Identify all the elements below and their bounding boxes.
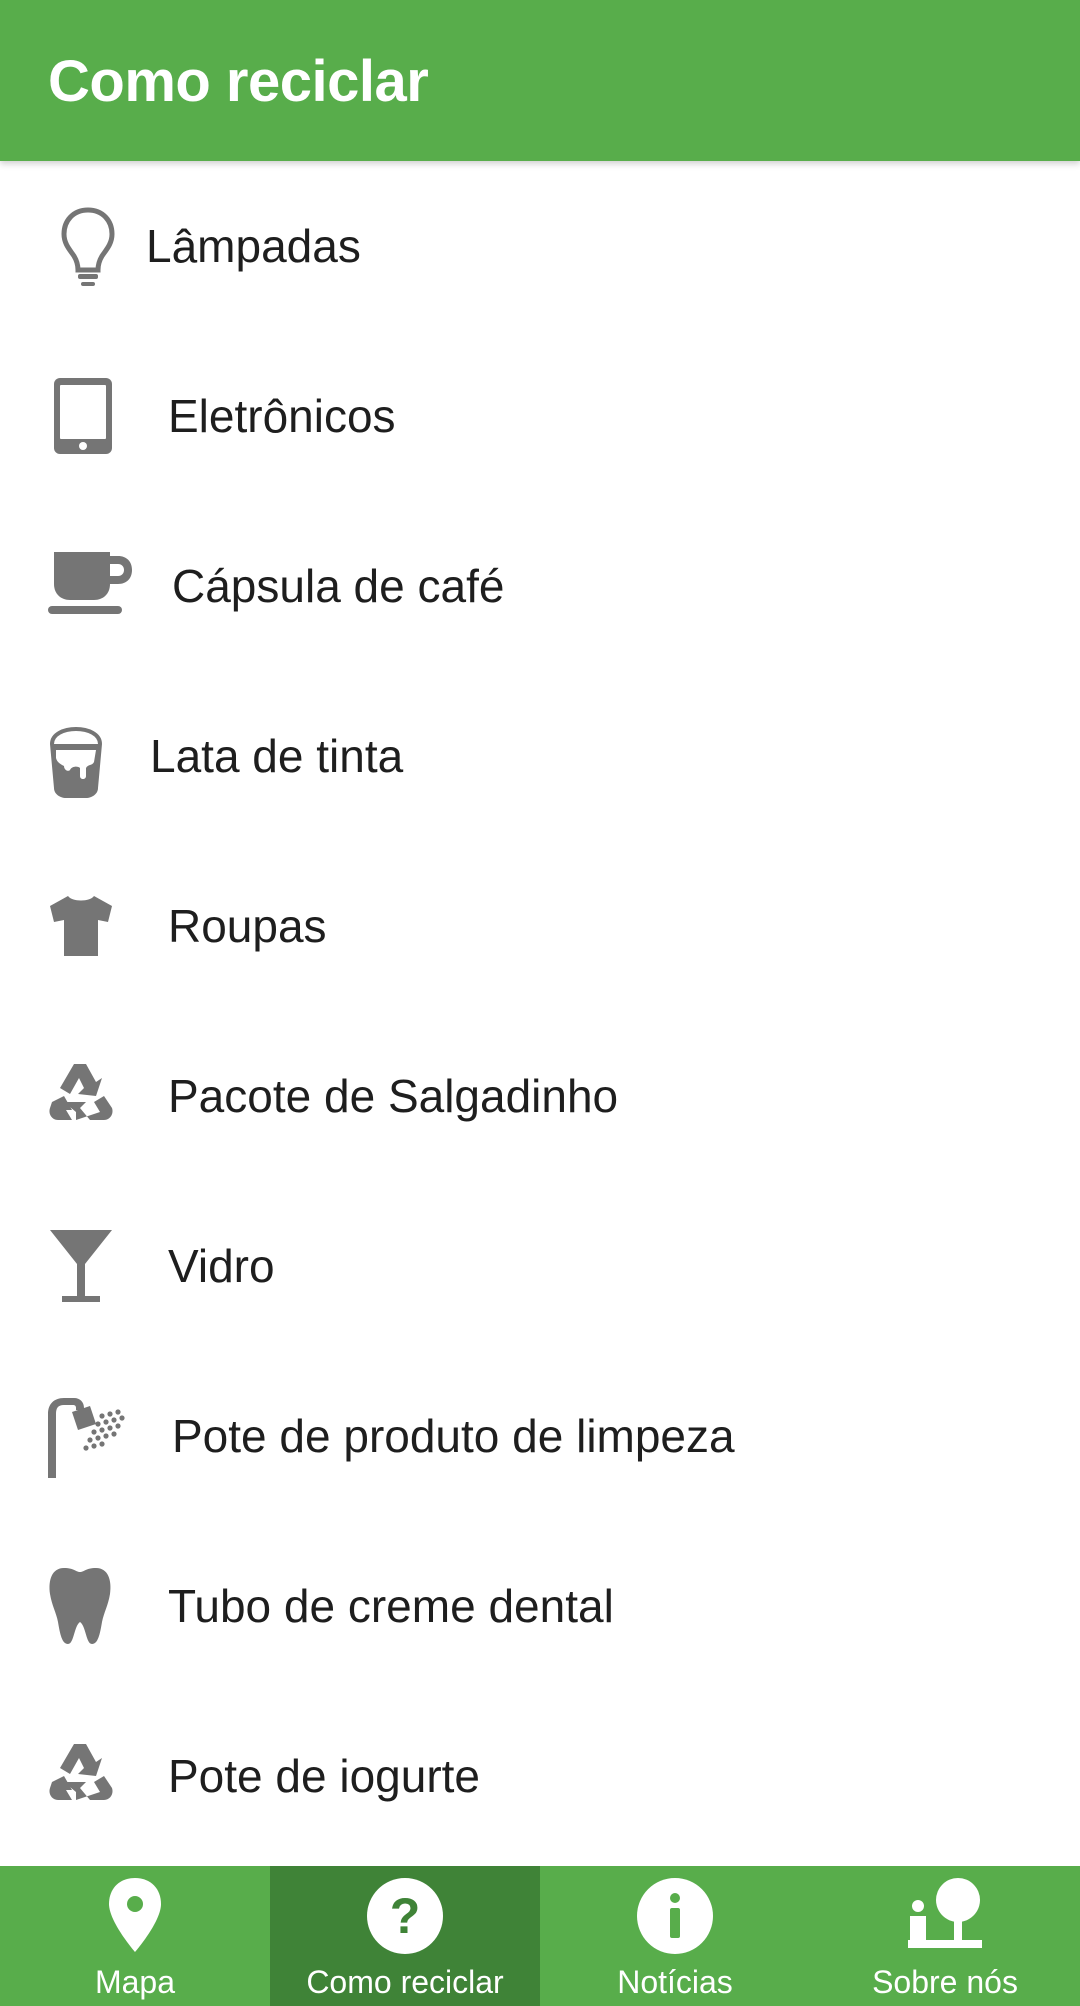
list-item-lata-de-tinta[interactable]: Lata de tinta — [0, 671, 1080, 841]
tooth-icon — [46, 1564, 114, 1648]
info-icon — [635, 1876, 715, 1956]
nav-label: Sobre nós — [872, 1964, 1018, 2000]
app-bar: Como reciclar — [0, 0, 1080, 161]
list-item-label: Tubo de creme dental — [168, 1580, 614, 1632]
list-item-pote-de-iogurte[interactable]: Pote de iogurte — [0, 1691, 1080, 1861]
bottom-navigation: Mapa ? Como reciclar Notícias Sobre nós — [0, 1866, 1080, 2006]
map-pin-icon — [95, 1876, 175, 1956]
cocktail-glass-icon — [46, 1224, 116, 1308]
nav-tab-sobre-nos[interactable]: Sobre nós — [810, 1866, 1080, 2006]
list-item-roupas[interactable]: Roupas — [0, 841, 1080, 1011]
list-item-label: Roupas — [168, 900, 327, 952]
shower-icon — [46, 1394, 128, 1478]
list-item-label: Pacote de Salgadinho — [168, 1070, 619, 1122]
list-item-label: Cápsula de café — [172, 560, 505, 612]
list-item-label: Pote de iogurte — [168, 1750, 481, 1802]
recycle-icon — [46, 1054, 120, 1138]
list-item-pote-de-produto-de-limpeza[interactable]: Pote de produto de limpeza — [0, 1351, 1080, 1521]
recycle-icon — [46, 1734, 120, 1818]
list-item-label: Vidro — [168, 1240, 275, 1292]
paint-bucket-icon — [46, 714, 106, 798]
svg-text:?: ? — [390, 1888, 421, 1944]
recycle-category-list: Lâmpadas Eletrônicos Cápsula de café Lat… — [0, 161, 1080, 1866]
list-item-capsula-de-cafe[interactable]: Cápsula de café — [0, 501, 1080, 671]
list-item-label: Eletrônicos — [168, 390, 396, 442]
nav-tab-noticias[interactable]: Notícias — [540, 1866, 810, 2006]
list-item-tubo-de-creme-dental[interactable]: Tubo de creme dental — [0, 1521, 1080, 1691]
nav-tab-como-reciclar[interactable]: ? Como reciclar — [270, 1866, 540, 2006]
question-icon: ? — [365, 1876, 445, 1956]
list-item-label: Lâmpadas — [146, 220, 361, 272]
tshirt-icon — [46, 884, 116, 968]
list-item-pacote-de-salgadinho[interactable]: Pacote de Salgadinho — [0, 1011, 1080, 1181]
nav-label: Mapa — [94, 1964, 176, 2000]
list-item-vidro[interactable]: Vidro — [0, 1181, 1080, 1351]
people-icon — [902, 1876, 988, 1956]
nav-tab-mapa[interactable]: Mapa — [0, 1866, 270, 2006]
list-item-lampadas[interactable]: Lâmpadas — [0, 161, 1080, 331]
page-title: Como reciclar — [48, 49, 429, 114]
tablet-icon — [46, 374, 130, 458]
coffee-cup-icon — [46, 544, 138, 628]
list-item-label: Lata de tinta — [150, 730, 404, 782]
lightbulb-icon — [46, 204, 130, 288]
list-item-eletronicos[interactable]: Eletrônicos — [0, 331, 1080, 501]
list-item-label: Pote de produto de limpeza — [172, 1410, 735, 1462]
nav-label: Como reciclar — [306, 1964, 504, 2000]
nav-label: Notícias — [617, 1964, 733, 2000]
